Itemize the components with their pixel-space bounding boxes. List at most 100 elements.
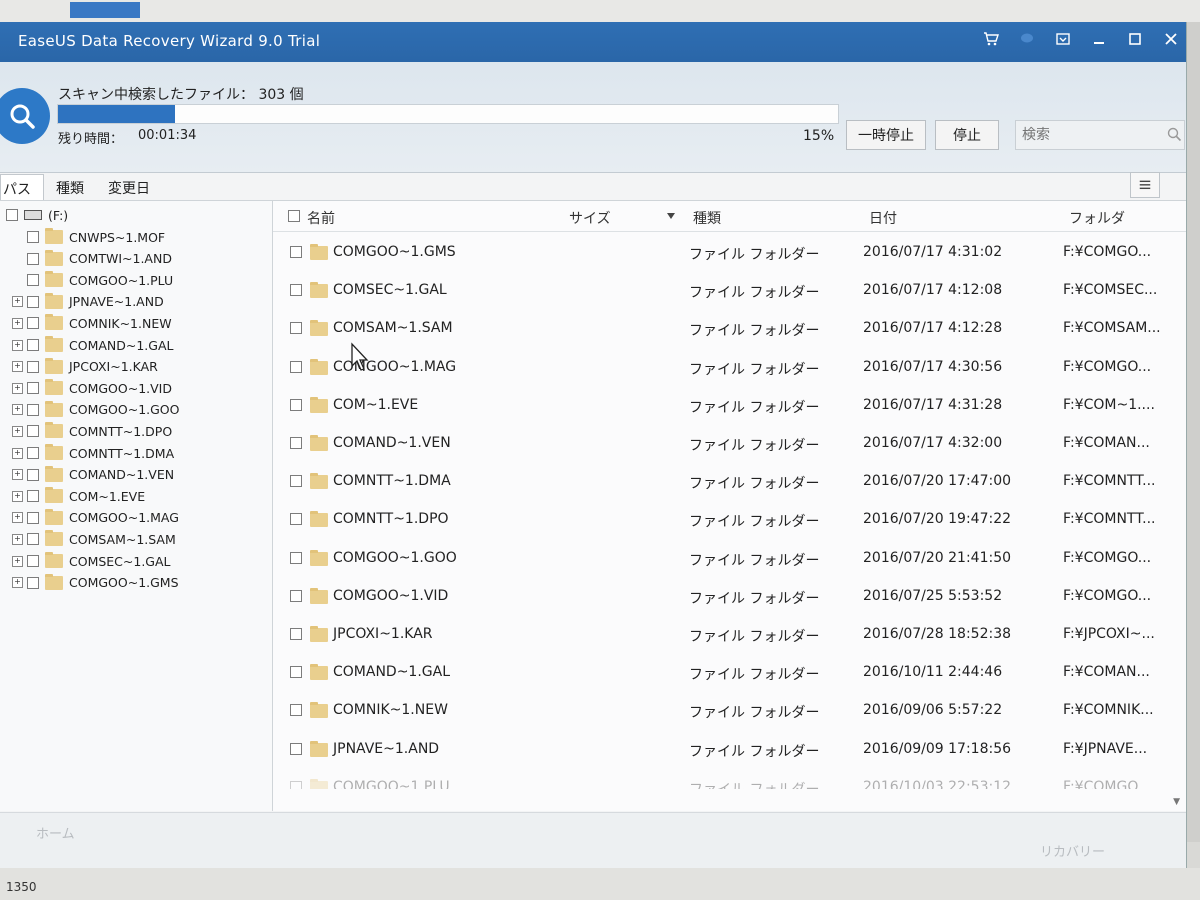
table-row[interactable]: COMGOO~1.PLU ファイル フォルダー 2016/10/03 22:53:1… [273,769,1186,789]
tree-item[interactable]: + COMGOO~1.VID [12,378,172,398]
tree-item-checkbox[interactable] [27,490,39,503]
expand-plus-icon[interactable]: + [12,490,23,502]
tree-item-checkbox[interactable] [27,317,39,330]
tree-item-checkbox[interactable] [27,231,39,243]
home-button[interactable]: ホーム [36,823,75,842]
table-row[interactable]: COMGOO~1.VID ファイル フォルダー 2016/07/25 5:53:52… [273,578,1186,616]
cart-icon[interactable] [980,28,1002,50]
column-size[interactable]: サイズ [569,208,611,228]
column-type[interactable]: 種類 [693,208,721,228]
row-checkbox[interactable] [290,589,302,602]
expand-plus-icon[interactable]: + [12,425,23,437]
recover-button[interactable]: リカバリー [1040,841,1105,860]
expand-plus-icon[interactable]: + [12,296,23,308]
expand-plus-icon[interactable]: + [12,361,23,373]
table-row[interactable]: COMNTT~1.DPO ファイル フォルダー 2016/07/20 19:47:2… [273,501,1186,539]
expand-plus-icon[interactable]: + [12,382,23,394]
row-checkbox[interactable] [290,551,302,564]
tree-item-checkbox[interactable] [27,382,39,395]
tree-item[interactable]: CNWPS~1.MOF [12,227,165,247]
tree-item-checkbox[interactable] [27,447,39,459]
tree-item[interactable]: + COMNTT~1.DMA [12,443,174,463]
close-icon[interactable] [1160,28,1182,50]
tree-item[interactable]: + COMAND~1.VEN [12,465,174,485]
search-icon[interactable] [1166,126,1182,142]
tree-item-checkbox[interactable] [27,533,39,546]
tab-type[interactable]: 種類 [44,174,96,200]
tree-item-checkbox[interactable] [27,403,39,416]
stop-button[interactable]: 停止 [935,120,999,150]
row-checkbox[interactable] [290,666,302,679]
row-checkbox[interactable] [290,704,302,717]
expand-plus-icon[interactable]: + [12,555,23,567]
expand-plus-icon[interactable]: + [12,339,23,351]
pause-button[interactable]: 一時停止 [846,120,926,150]
sort-down-icon[interactable] [667,213,675,219]
table-row[interactable]: COMGOO~1.GOO ファイル フォルダー 2016/07/20 21:41:5… [273,540,1186,578]
tree-item[interactable]: + COMGOO~1.GMS [12,573,179,593]
row-checkbox[interactable] [290,513,302,526]
table-row[interactable]: JPCOXI~1.KAR ファイル フォルダー 2016/07/28 18:52:3… [273,616,1186,654]
tree-item-checkbox[interactable] [27,360,39,373]
row-checkbox[interactable] [290,322,302,335]
table-row[interactable]: COMNTT~1.DMA ファイル フォルダー 2016/07/20 17:47:0… [273,463,1186,501]
expand-plus-icon[interactable]: + [12,512,23,524]
column-date[interactable]: 日付 [869,208,897,228]
view-mode-button[interactable] [1130,172,1160,198]
column-folder[interactable]: フォルダ [1069,208,1125,228]
tree-item-checkbox[interactable] [27,555,39,567]
table-row[interactable]: JPNAVE~1.AND ファイル フォルダー 2016/09/09 17:18:5… [273,731,1186,769]
expand-plus-icon[interactable]: + [12,317,23,329]
tree-item[interactable]: + COMGOO~1.GOO [12,400,179,420]
row-checkbox[interactable] [290,780,302,789]
tree-item[interactable]: + COMGOO~1.MAG [12,508,179,528]
tree-item-checkbox[interactable] [27,339,39,351]
row-checkbox[interactable] [290,628,302,640]
tree-item[interactable]: + COMSEC~1.GAL [12,551,171,571]
table-row[interactable]: COMSAM~1.SAM ファイル フォルダー 2016/07/17 4:12:28… [273,310,1186,348]
search-input[interactable] [1015,120,1185,150]
row-checkbox[interactable] [290,360,302,373]
maximize-icon[interactable] [1124,28,1146,50]
table-row[interactable]: COMNIK~1.NEW ファイル フォルダー 2016/09/06 5:57:22… [273,692,1186,730]
tree-item[interactable]: + JPNAVE~1.AND [12,292,164,312]
menu-icon[interactable] [1052,28,1074,50]
chat-icon[interactable] [1016,28,1038,50]
tree-item-checkbox[interactable] [27,252,39,265]
table-row[interactable]: COMAND~1.VEN ファイル フォルダー 2016/07/17 4:32:00… [273,425,1186,463]
tree-item-checkbox[interactable] [27,576,39,589]
row-checkbox[interactable] [290,246,302,258]
table-row[interactable]: COMAND~1.GAL ファイル フォルダー 2016/10/11 2:44:46… [273,654,1186,692]
tree-item[interactable]: + COMAND~1.GAL [12,335,173,355]
tree-item[interactable]: COMTWI~1.AND [12,249,172,269]
row-checkbox[interactable] [290,742,302,755]
row-checkbox[interactable] [290,475,302,488]
expand-plus-icon[interactable]: + [12,533,23,545]
table-row[interactable]: COMGOO~1.MAG ファイル フォルダー 2016/07/17 4:30:56… [273,349,1186,387]
tree-root-checkbox[interactable] [6,209,18,221]
row-checkbox[interactable] [290,437,302,449]
tab-path[interactable]: パス [0,174,44,200]
row-checkbox[interactable] [290,398,302,411]
tree-item[interactable]: + COM~1.EVE [12,486,145,506]
row-checkbox[interactable] [290,284,302,297]
minimize-icon[interactable] [1088,28,1110,50]
tree-item-checkbox[interactable] [27,295,39,308]
tree-item-checkbox[interactable] [27,425,39,438]
tree-item-checkbox[interactable] [27,511,39,524]
expand-plus-icon[interactable]: + [12,577,23,589]
table-row[interactable]: COMSEC~1.GAL ファイル フォルダー 2016/07/17 4:12:08… [273,272,1186,310]
scroll-down-arrow-icon[interactable]: ▼ [1173,797,1180,807]
table-row[interactable]: COMGOO~1.GMS ファイル フォルダー 2016/07/17 4:31:02… [273,234,1186,272]
tree-root-drive[interactable]: (F:) [6,205,68,225]
tree-item[interactable]: + COMSAM~1.SAM [12,529,176,549]
tree-item[interactable]: COMGOO~1.PLU [12,270,173,290]
tree-item[interactable]: + COMNIK~1.NEW [12,313,172,333]
tree-item-checkbox[interactable] [27,274,39,287]
column-name[interactable]: 名前 [307,208,335,228]
expand-plus-icon[interactable]: + [12,404,23,416]
tree-item-checkbox[interactable] [27,468,39,481]
expand-plus-icon[interactable]: + [12,469,23,481]
tree-item[interactable]: + COMNTT~1.DPO [12,421,172,441]
tab-modified-date[interactable]: 変更日 [96,174,162,200]
